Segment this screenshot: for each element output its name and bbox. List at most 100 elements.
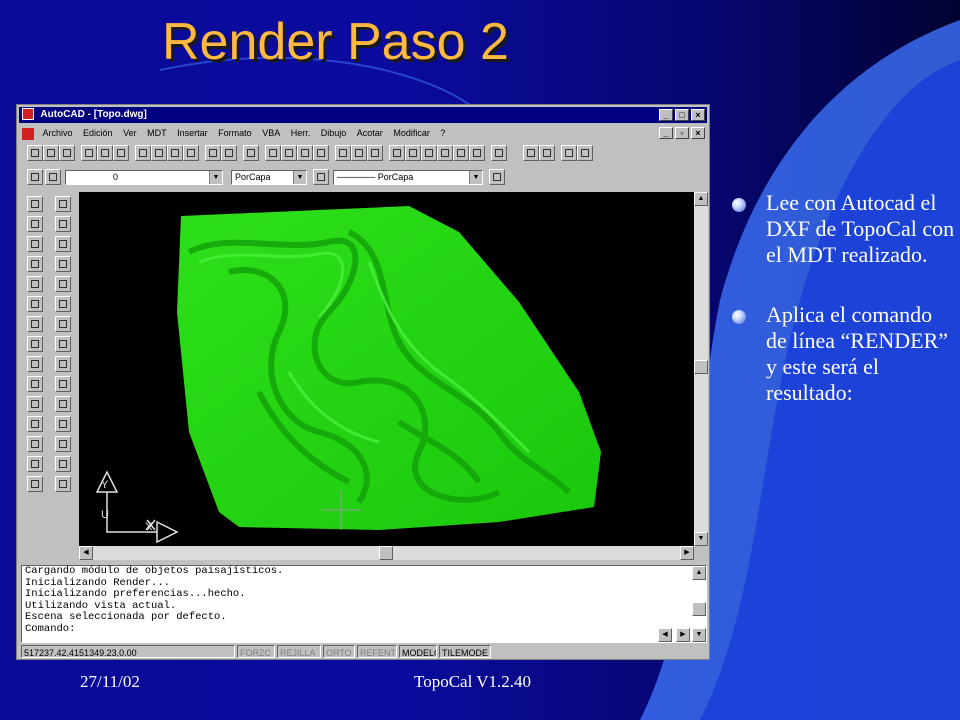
zoom-all-2-icon[interactable] bbox=[577, 145, 593, 161]
pan-icon[interactable] bbox=[351, 145, 367, 161]
menu-vba[interactable]: VBA bbox=[262, 125, 280, 141]
command-prompt[interactable]: Comando: bbox=[22, 623, 706, 636]
modify-break-icon[interactable] bbox=[55, 436, 71, 452]
color-dropdown[interactable]: PorCapa ▼ bbox=[231, 170, 307, 185]
draw-polygon-icon[interactable] bbox=[27, 256, 43, 272]
scroll-right-icon[interactable]: ▶ bbox=[680, 546, 694, 560]
draw-xline-icon[interactable] bbox=[27, 216, 43, 232]
modify-mirror-icon[interactable] bbox=[55, 236, 71, 252]
modify-stretch-icon[interactable] bbox=[55, 356, 71, 372]
zoom-window-icon[interactable] bbox=[389, 145, 405, 161]
zoom-realtime-icon[interactable] bbox=[367, 145, 383, 161]
status-refent[interactable]: REFENT bbox=[357, 645, 397, 658]
redo-icon[interactable] bbox=[221, 145, 237, 161]
maximize-button[interactable]: □ bbox=[675, 109, 689, 121]
minimize-button[interactable]: _ bbox=[659, 109, 673, 121]
layer-dropdown[interactable]: 0 ▼ bbox=[65, 170, 223, 185]
menu-modificar[interactable]: Modificar bbox=[393, 125, 430, 141]
menu-formato[interactable]: Formato bbox=[218, 125, 252, 141]
status-forzc[interactable]: FORZC bbox=[237, 645, 275, 658]
scroll-thumb[interactable] bbox=[379, 546, 393, 560]
modify-move-icon[interactable] bbox=[55, 296, 71, 312]
scroll-up-icon[interactable]: ▲ bbox=[692, 566, 706, 580]
draw-hatch-icon[interactable] bbox=[27, 436, 43, 452]
doc-restore-button[interactable]: ▫ bbox=[675, 127, 689, 139]
draw-point-icon[interactable] bbox=[27, 416, 43, 432]
inquiry-icon[interactable] bbox=[297, 145, 313, 161]
zoom-in-2-icon[interactable] bbox=[523, 145, 539, 161]
copy-icon[interactable] bbox=[151, 145, 167, 161]
menu-herr[interactable]: Herr. bbox=[291, 125, 311, 141]
zoom-previous-icon[interactable] bbox=[405, 145, 421, 161]
horizontal-scrollbar[interactable]: ◀ ▶ bbox=[79, 546, 694, 560]
check-icon[interactable] bbox=[335, 145, 351, 161]
zoom-window-2-icon[interactable] bbox=[561, 145, 577, 161]
doc-minimize-button[interactable]: _ bbox=[659, 127, 673, 139]
scroll-thumb[interactable] bbox=[692, 602, 706, 616]
spellcheck-icon[interactable] bbox=[113, 145, 129, 161]
menu-edicion[interactable]: Edición bbox=[83, 125, 113, 141]
scroll-left-icon[interactable]: ◀ bbox=[658, 628, 672, 642]
linetype-dropdown[interactable]: ────── PorCapa ▼ bbox=[333, 170, 483, 185]
layers-icon[interactable] bbox=[27, 169, 43, 185]
status-tilemode[interactable]: TILEMODE bbox=[439, 645, 491, 658]
hyperlink-icon[interactable] bbox=[243, 145, 259, 161]
menu-acotar[interactable]: Acotar bbox=[357, 125, 383, 141]
scroll-down-icon[interactable]: ▼ bbox=[694, 532, 708, 546]
save-icon[interactable] bbox=[59, 145, 75, 161]
modify-chamfer-icon[interactable] bbox=[55, 456, 71, 472]
draw-circle-icon[interactable] bbox=[27, 316, 43, 332]
preview-icon[interactable] bbox=[97, 145, 113, 161]
lineweight-icon[interactable] bbox=[489, 169, 505, 185]
zoom-all-icon[interactable] bbox=[453, 145, 469, 161]
menu-mdt[interactable]: MDT bbox=[147, 125, 167, 141]
modify-fillet-icon[interactable] bbox=[55, 476, 71, 492]
zoom-in-icon[interactable] bbox=[421, 145, 437, 161]
modify-offset-icon[interactable] bbox=[55, 256, 71, 272]
document-icon[interactable] bbox=[22, 127, 34, 140]
paste-icon[interactable] bbox=[167, 145, 183, 161]
help-icon[interactable] bbox=[491, 145, 507, 161]
command-window[interactable]: Cargando módulo de objetos paisajísticos… bbox=[21, 565, 707, 643]
draw-insert-block-icon[interactable] bbox=[27, 376, 43, 392]
ucs-icon[interactable] bbox=[281, 145, 297, 161]
make-current-layer-icon[interactable] bbox=[45, 169, 61, 185]
menu-dibujo[interactable]: Dibujo bbox=[321, 125, 347, 141]
zoom-extents-icon[interactable] bbox=[469, 145, 485, 161]
menu-help[interactable]: ? bbox=[440, 125, 445, 141]
cut-icon[interactable] bbox=[135, 145, 151, 161]
scroll-thumb[interactable] bbox=[694, 360, 708, 374]
scroll-down-icon[interactable]: ▼ bbox=[692, 628, 706, 642]
status-rejilla[interactable]: REJILLA bbox=[277, 645, 321, 658]
draw-rectangle-icon[interactable] bbox=[27, 276, 43, 292]
menu-insertar[interactable]: Insertar bbox=[177, 125, 208, 141]
modify-scale-icon[interactable] bbox=[55, 336, 71, 352]
print-icon[interactable] bbox=[81, 145, 97, 161]
scroll-up-icon[interactable]: ▲ bbox=[694, 192, 708, 206]
close-button[interactable]: × bbox=[691, 109, 705, 121]
match-properties-icon[interactable] bbox=[183, 145, 199, 161]
draw-pline-icon[interactable] bbox=[27, 236, 43, 252]
draw-ellipse-icon[interactable] bbox=[27, 356, 43, 372]
modify-rotate-icon[interactable] bbox=[55, 316, 71, 332]
modify-array-icon[interactable] bbox=[55, 276, 71, 292]
scroll-right-icon[interactable]: ▶ bbox=[676, 628, 690, 642]
modify-trim-icon[interactable] bbox=[55, 396, 71, 412]
menu-ver[interactable]: Ver bbox=[123, 125, 137, 141]
status-orto[interactable]: ORTO bbox=[323, 645, 355, 658]
redraw-icon[interactable] bbox=[313, 145, 329, 161]
draw-make-block-icon[interactable] bbox=[27, 396, 43, 412]
zoom-out-2-icon[interactable] bbox=[539, 145, 555, 161]
osnap-icon[interactable] bbox=[265, 145, 281, 161]
vertical-scrollbar[interactable]: ▲ ▼ bbox=[694, 192, 708, 546]
modify-lengthen-icon[interactable] bbox=[55, 376, 71, 392]
zoom-out-icon[interactable] bbox=[437, 145, 453, 161]
undo-icon[interactable] bbox=[205, 145, 221, 161]
menu-archivo[interactable]: Archivo bbox=[43, 125, 73, 141]
draw-multiline-text-icon[interactable] bbox=[27, 476, 43, 492]
modify-copy-icon[interactable] bbox=[55, 216, 71, 232]
modify-erase-icon[interactable] bbox=[55, 196, 71, 212]
draw-region-icon[interactable] bbox=[27, 456, 43, 472]
draw-spline-icon[interactable] bbox=[27, 336, 43, 352]
draw-arc-icon[interactable] bbox=[27, 296, 43, 312]
